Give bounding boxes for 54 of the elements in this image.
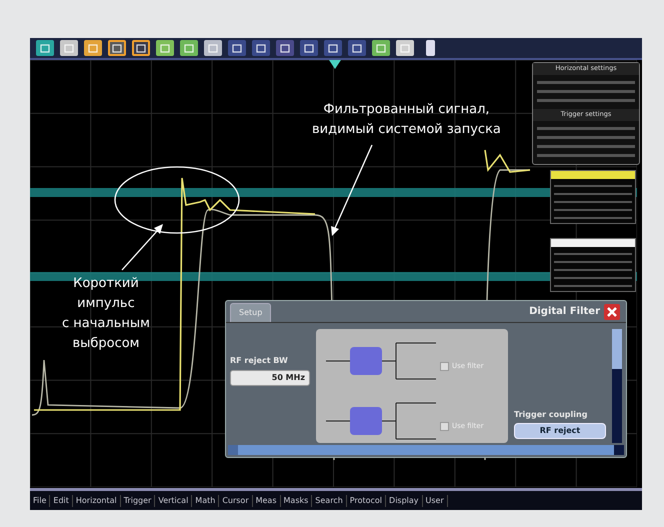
menu-item[interactable]: Meas: [252, 494, 281, 506]
scroll-thumb[interactable]: [614, 445, 624, 455]
field-label: RF reject BW: [230, 355, 289, 367]
toolbar-button[interactable]: [108, 40, 126, 56]
menu-item[interactable]: Horizontal: [72, 494, 121, 506]
square-icon: [256, 44, 266, 52]
menu-item[interactable]: Protocol: [346, 494, 386, 506]
annotation-text: Короткий импульс с начальным выбросом: [62, 275, 150, 353]
filter-block: [350, 407, 382, 435]
square-icon: [208, 44, 218, 52]
bandwidth-field[interactable]: 50 MHz: [230, 370, 310, 386]
square-icon: [64, 44, 74, 52]
close-button[interactable]: [604, 304, 620, 320]
square-icon: [280, 44, 290, 52]
square-icon: [376, 44, 386, 52]
menu-item[interactable]: File: [30, 494, 50, 506]
square-icon: [136, 44, 146, 52]
menu-item[interactable]: Edit: [50, 494, 73, 506]
toolbar-button[interactable]: [228, 40, 246, 56]
annotation-text: Фильтрованный сигнал, видимый системой запуска: [312, 101, 501, 139]
dialog-title: Digital Filter: [529, 305, 600, 319]
square-icon: [112, 44, 122, 52]
menu-item[interactable]: Display: [386, 494, 423, 506]
toolbar-button[interactable]: [276, 40, 294, 56]
square-icon: [328, 44, 338, 52]
menu-item[interactable]: Search: [312, 494, 347, 506]
square-icon: [88, 44, 98, 52]
toolbar-button[interactable]: [348, 40, 366, 56]
toolbar-button[interactable]: [132, 40, 150, 56]
scroll-thumb[interactable]: [612, 329, 622, 369]
square-icon: [40, 44, 50, 52]
menu-item[interactable]: Cursor: [219, 494, 253, 506]
menu-item[interactable]: User: [422, 494, 448, 506]
square-icon: [184, 44, 194, 52]
checkbox[interactable]: [440, 362, 449, 371]
toolbar-button[interactable]: [300, 40, 318, 56]
field-label: Trigger coupling: [514, 409, 588, 421]
square-icon: [304, 44, 314, 52]
checkbox[interactable]: [440, 422, 449, 431]
filter-block: [350, 347, 382, 375]
square-icon: [160, 44, 170, 52]
toolbar-button[interactable]: [252, 40, 270, 56]
square-icon: [400, 44, 410, 52]
toolbar-button[interactable]: [324, 40, 342, 56]
pointer-arrow: [122, 224, 163, 270]
square-icon: [232, 44, 242, 52]
menu-item[interactable]: Trigger: [120, 494, 156, 506]
menu-item[interactable]: Math: [192, 494, 220, 506]
square-icon: [352, 44, 362, 52]
scrollbar[interactable]: [228, 445, 624, 455]
coupling-button[interactable]: RF reject: [514, 423, 606, 439]
menu-item[interactable]: Vertical: [155, 494, 192, 506]
scrollbar[interactable]: [612, 329, 622, 443]
menu-item[interactable]: Masks: [280, 494, 312, 506]
